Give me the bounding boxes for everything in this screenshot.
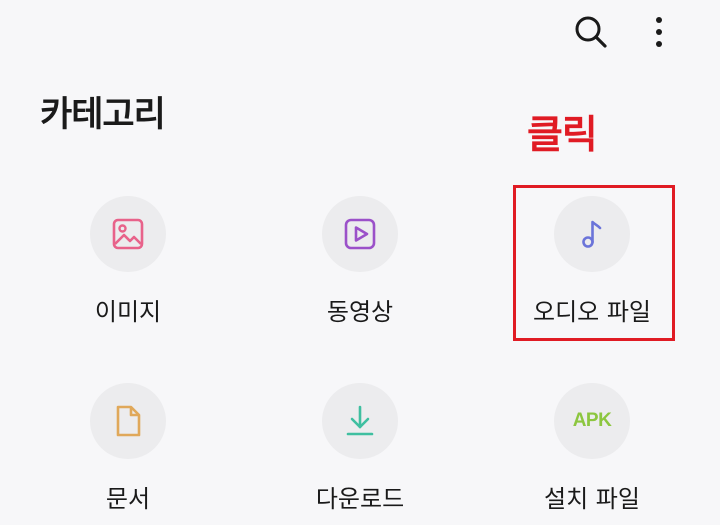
category-icon-circle [90,196,166,272]
category-icon-circle [554,196,630,272]
search-icon [575,16,607,48]
category-label: 오디오 파일 [532,298,652,326]
category-icon-circle [322,383,398,459]
download-icon [346,405,374,436]
document-icon [116,405,141,437]
music-note-icon [582,220,602,248]
category-audio[interactable]: 오디오 파일 [492,196,692,324]
category-label: 동영상 [326,298,394,326]
category-install-files[interactable]: APK 설치 파일 [492,383,692,511]
more-vertical-icon [656,17,662,47]
category-documents[interactable]: 문서 [28,383,228,511]
more-options-button[interactable] [635,8,683,56]
category-images[interactable]: 이미지 [28,196,228,324]
search-button[interactable] [567,8,615,56]
video-icon [344,218,376,250]
section-title: 카테고리 [40,95,166,135]
image-icon [112,218,144,250]
category-label: 이미지 [94,298,162,326]
category-label: 설치 파일 [544,485,640,513]
category-icon-circle [322,196,398,272]
apk-icon: APK [572,410,612,431]
category-label: 문서 [105,485,151,513]
category-icon-circle [90,383,166,459]
category-videos[interactable]: 동영상 [260,196,460,324]
category-icon-circle: APK [554,383,630,459]
click-annotation: 클릭 [527,113,598,158]
category-label: 다운로드 [315,485,405,513]
category-downloads[interactable]: 다운로드 [260,383,460,511]
